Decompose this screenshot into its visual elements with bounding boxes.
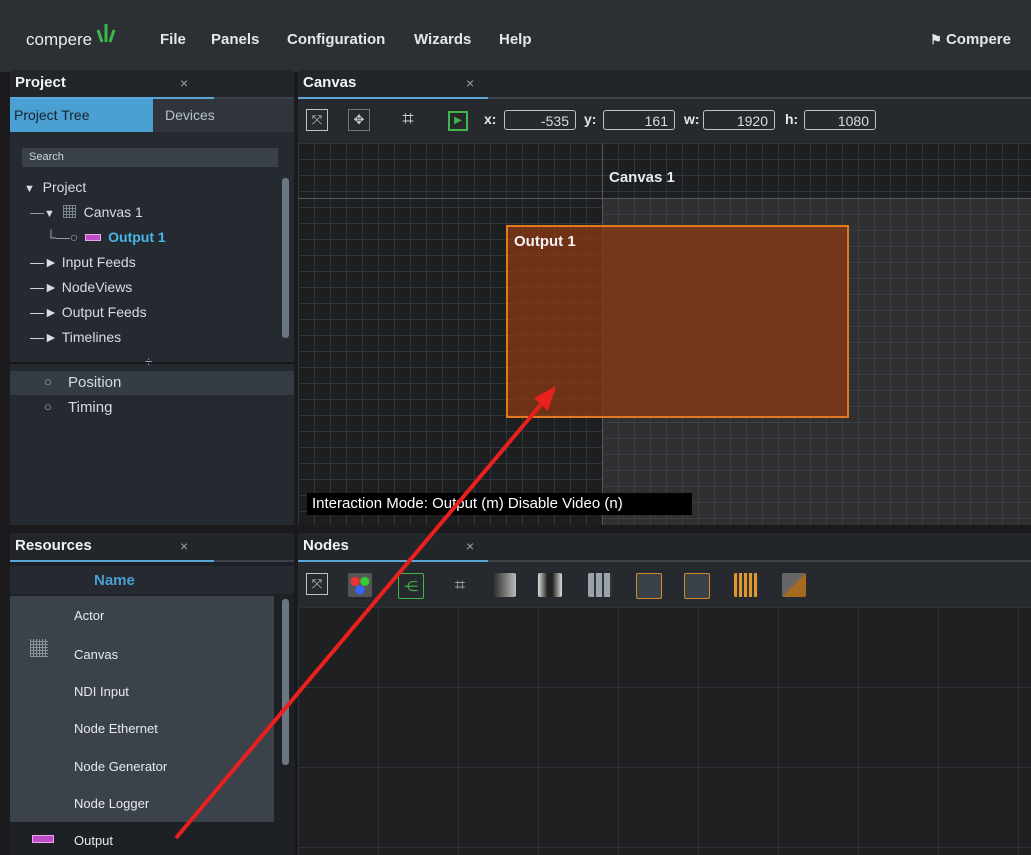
arrow-line bbox=[174, 393, 551, 840]
annotation-arrow bbox=[174, 386, 556, 840]
